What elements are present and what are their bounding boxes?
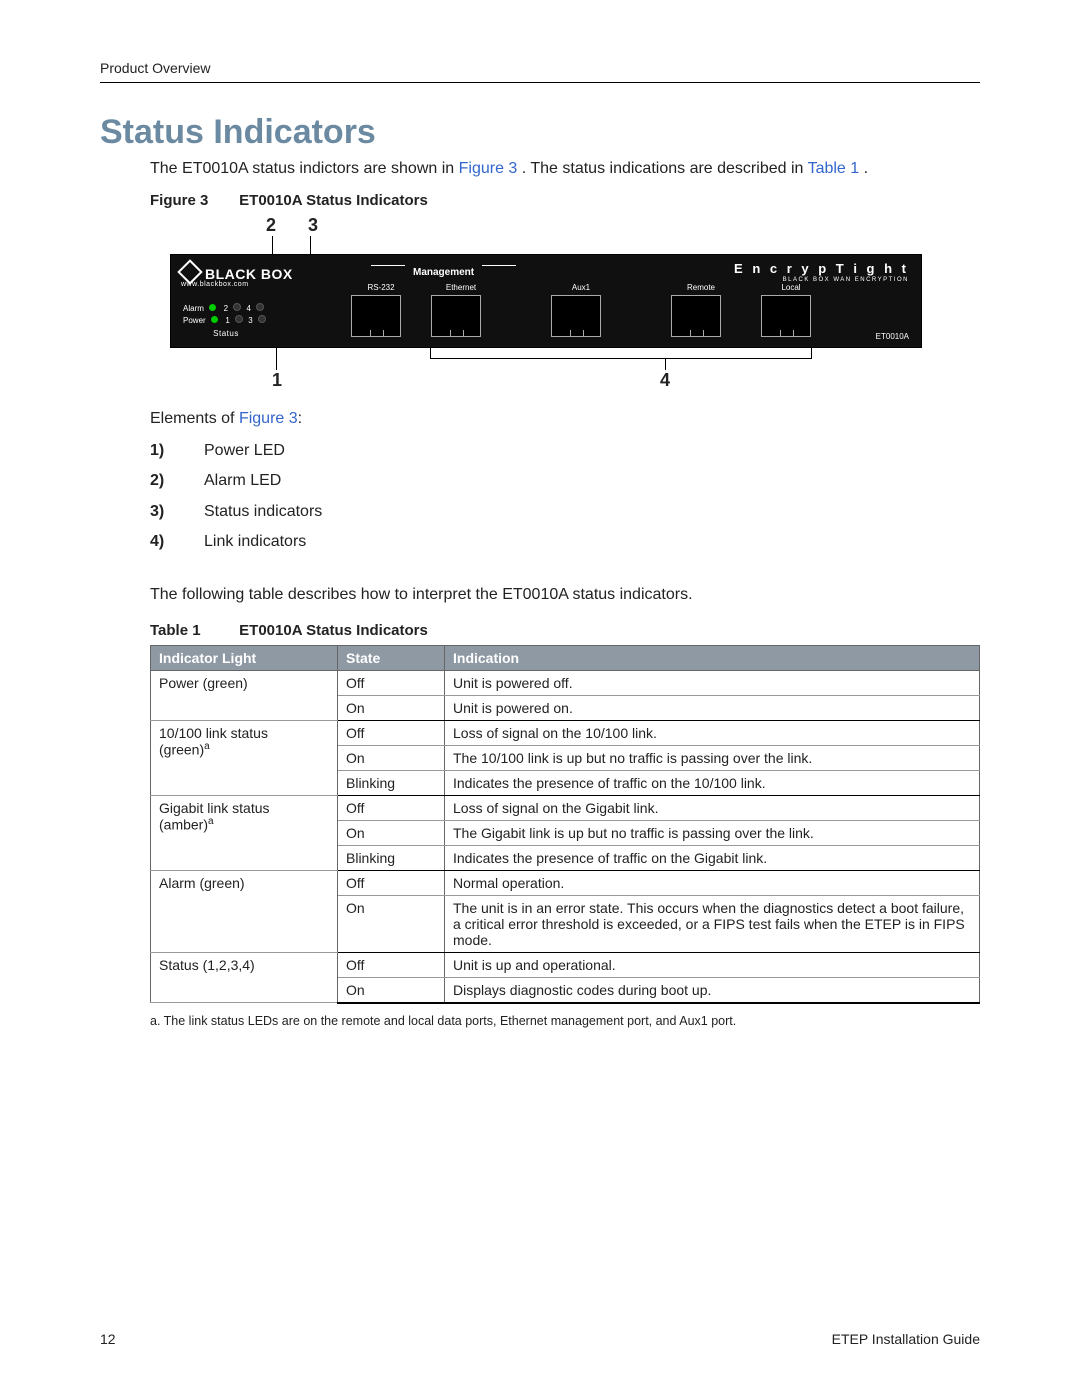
intro-post: .	[864, 160, 868, 177]
indicator-table: Indicator Light State Indication Power (…	[150, 645, 980, 1004]
cell-indication: Unit is powered off.	[445, 670, 980, 695]
table-intro: The following table describes how to int…	[150, 586, 980, 604]
cell-indication: Normal operation.	[445, 870, 980, 895]
port-label: Ethernet	[431, 283, 491, 292]
intro-pre: The ET0010A status indictors are shown i…	[150, 160, 459, 177]
cell-indication: The Gigabit link is up but no traffic is…	[445, 820, 980, 845]
cell-indicator: Power (green)	[151, 670, 338, 720]
management-label: Management	[371, 265, 516, 278]
header-section-text: Product Overview	[100, 60, 210, 76]
brand-url: www.blackbox.com	[181, 281, 249, 288]
cell-indication: The 10/100 link is up but no traffic is …	[445, 745, 980, 770]
device-panel: BLACK BOX www.blackbox.com E n c r y p T…	[170, 254, 922, 348]
table-row: Power (green)OffUnit is powered off.	[151, 670, 980, 695]
product-name: E n c r y p T i g h t	[734, 261, 909, 276]
list-item: 4)Link indicators	[150, 527, 980, 557]
port-label: Remote	[671, 283, 731, 292]
annotation-4: 4	[660, 370, 670, 391]
port-label: Local	[761, 283, 821, 292]
cell-indication: Unit is powered on.	[445, 695, 980, 720]
figure-caption: Figure 3 ET0010A Status Indicators	[150, 192, 980, 209]
brand-logo: BLACK BOX	[181, 263, 293, 282]
page-title: Status Indicators	[100, 113, 980, 152]
elements-intro: Elements of Figure 3:	[150, 410, 980, 428]
elements-list: 1)Power LED 2)Alarm LED 3)Status indicat…	[150, 436, 980, 558]
figure-image: 2 3 BLACK BOX www.blackbox.com E n c r y…	[170, 215, 980, 394]
model-label: ET0010A	[876, 332, 909, 341]
list-item: 3)Status indicators	[150, 497, 980, 527]
port-icon	[671, 295, 721, 337]
cell-indication: Indicates the presence of traffic on the…	[445, 770, 980, 795]
cell-indication: Indicates the presence of traffic on the…	[445, 845, 980, 870]
cell-state: Off	[338, 670, 445, 695]
table-caption: Table 1 ET0010A Status Indicators	[150, 622, 980, 639]
page-footer: 12 ETEP Installation Guide	[100, 1331, 980, 1347]
cell-indication: Loss of signal on the 10/100 link.	[445, 720, 980, 745]
col-header: Indicator Light	[151, 645, 338, 670]
cell-indication: Displays diagnostic codes during boot up…	[445, 977, 980, 1003]
cell-indicator: 10/100 link status(green)a	[151, 720, 338, 795]
doc-title: ETEP Installation Guide	[832, 1331, 980, 1347]
figure-xref[interactable]: Figure 3	[239, 410, 298, 427]
port-icon	[351, 295, 401, 337]
cell-indication: Loss of signal on the Gigabit link.	[445, 795, 980, 820]
table-row: 10/100 link status(green)aOffLoss of sig…	[151, 720, 980, 745]
cell-indication: The unit is in an error state. This occu…	[445, 895, 980, 952]
cell-state: Off	[338, 870, 445, 895]
list-item: 2)Alarm LED	[150, 466, 980, 496]
cell-indicator: Alarm (green)	[151, 870, 338, 952]
table-footnote: a. The link status LEDs are on the remot…	[150, 1014, 980, 1028]
cell-state: Blinking	[338, 770, 445, 795]
figure-caption-text: ET0010A Status Indicators	[239, 192, 428, 209]
cell-state: Off	[338, 795, 445, 820]
annotation-2: 2	[266, 215, 276, 236]
cell-indicator: Gigabit link status(amber)a	[151, 795, 338, 870]
annotation-1: 1	[272, 370, 282, 391]
table-caption-text: ET0010A Status Indicators	[239, 622, 428, 639]
port-icon	[431, 295, 481, 337]
list-item: 1)Power LED	[150, 436, 980, 466]
table-xref[interactable]: Table 1	[808, 160, 860, 177]
port-icon	[761, 295, 811, 337]
port-icon	[551, 295, 601, 337]
figure-xref[interactable]: Figure 3	[459, 160, 518, 177]
col-header: Indication	[445, 645, 980, 670]
led-block: Alarm 2 4 Power 1 3 Status	[183, 303, 269, 340]
cell-state: Off	[338, 720, 445, 745]
cell-indicator: Status (1,2,3,4)	[151, 952, 338, 1003]
cell-state: On	[338, 895, 445, 952]
cell-state: On	[338, 745, 445, 770]
intro-mid: . The status indications are described i…	[522, 160, 808, 177]
table-label: Table 1	[150, 622, 235, 639]
figure-label: Figure 3	[150, 192, 235, 209]
cell-state: On	[338, 695, 445, 720]
cell-indication: Unit is up and operational.	[445, 952, 980, 977]
table-row: Alarm (green)OffNormal operation.	[151, 870, 980, 895]
page-number: 12	[100, 1331, 116, 1347]
annotation-3: 3	[308, 215, 318, 236]
table-row: Gigabit link status(amber)aOffLoss of si…	[151, 795, 980, 820]
cell-state: On	[338, 820, 445, 845]
cell-state: On	[338, 977, 445, 1003]
port-label: RS-232	[351, 283, 411, 292]
cell-state: Off	[338, 952, 445, 977]
table-row: Status (1,2,3,4)OffUnit is up and operat…	[151, 952, 980, 977]
header-section: Product Overview	[100, 60, 980, 83]
cell-state: Blinking	[338, 845, 445, 870]
col-header: State	[338, 645, 445, 670]
intro-paragraph: The ET0010A status indictors are shown i…	[150, 160, 980, 178]
port-label: Aux1	[551, 283, 611, 292]
